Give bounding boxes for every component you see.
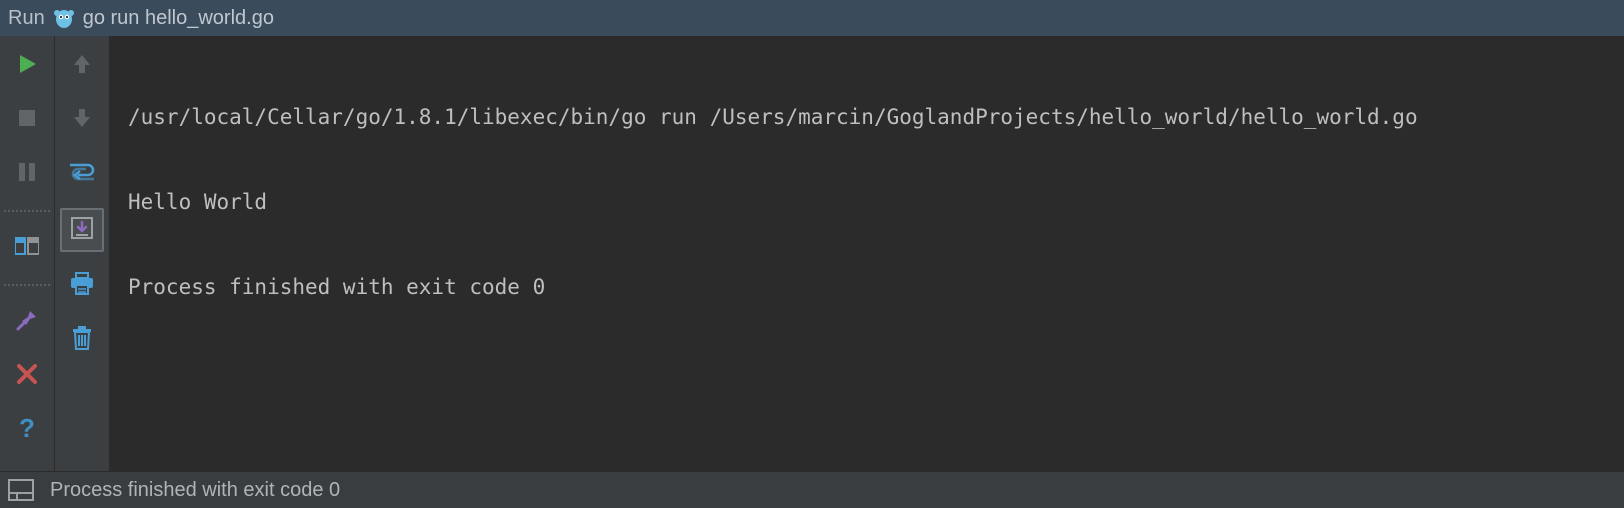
pin-icon bbox=[16, 309, 38, 336]
clear-all-icon bbox=[70, 325, 94, 356]
rerun-button[interactable] bbox=[7, 46, 47, 86]
soft-wrap-icon bbox=[68, 161, 96, 188]
help-icon: ? bbox=[18, 415, 36, 446]
console-output[interactable]: /usr/local/Cellar/go/1.8.1/libexec/bin/g… bbox=[110, 36, 1624, 471]
run-tool-window: Run go run hello_world.go bbox=[0, 0, 1624, 508]
run-icon bbox=[16, 53, 38, 80]
pause-icon bbox=[18, 162, 36, 187]
toolbar-divider bbox=[4, 284, 50, 286]
close-button[interactable] bbox=[7, 356, 47, 396]
help-button[interactable]: ? bbox=[7, 410, 47, 450]
pin-button[interactable] bbox=[7, 302, 47, 342]
scroll-to-end-icon bbox=[70, 216, 94, 245]
layout-icon bbox=[15, 236, 39, 261]
layout-icon[interactable] bbox=[8, 479, 34, 501]
status-bar: Process finished with exit code 0 bbox=[0, 471, 1624, 508]
layout-button[interactable] bbox=[7, 228, 47, 268]
gopher-icon bbox=[53, 6, 75, 30]
print-icon bbox=[69, 272, 95, 301]
scroll-to-end-button[interactable] bbox=[60, 208, 104, 252]
primary-toolbar: ? bbox=[0, 36, 55, 471]
stop-button[interactable] bbox=[7, 100, 47, 140]
clear-all-button[interactable] bbox=[62, 320, 102, 360]
toolbar-divider bbox=[4, 210, 50, 212]
soft-wrap-button[interactable] bbox=[62, 154, 102, 194]
close-icon bbox=[17, 364, 37, 389]
console-line: Process finished with exit code 0 bbox=[128, 273, 1606, 301]
arrow-down-icon bbox=[72, 107, 92, 134]
console-toolbar bbox=[55, 36, 110, 471]
status-message: Process finished with exit code 0 bbox=[50, 479, 340, 502]
run-panel-header: Run go run hello_world.go bbox=[0, 0, 1624, 36]
run-config-label: go run hello_world.go bbox=[83, 7, 274, 30]
svg-text:?: ? bbox=[19, 415, 35, 441]
next-output-button[interactable] bbox=[62, 100, 102, 140]
arrow-up-icon bbox=[72, 53, 92, 80]
stop-icon bbox=[18, 109, 36, 132]
console-line: Hello World bbox=[128, 188, 1606, 216]
previous-output-button[interactable] bbox=[62, 46, 102, 86]
console-line: /usr/local/Cellar/go/1.8.1/libexec/bin/g… bbox=[128, 103, 1606, 131]
pause-button[interactable] bbox=[7, 154, 47, 194]
print-button[interactable] bbox=[62, 266, 102, 306]
main-area: ? bbox=[0, 36, 1624, 471]
panel-title: Run bbox=[8, 7, 45, 30]
